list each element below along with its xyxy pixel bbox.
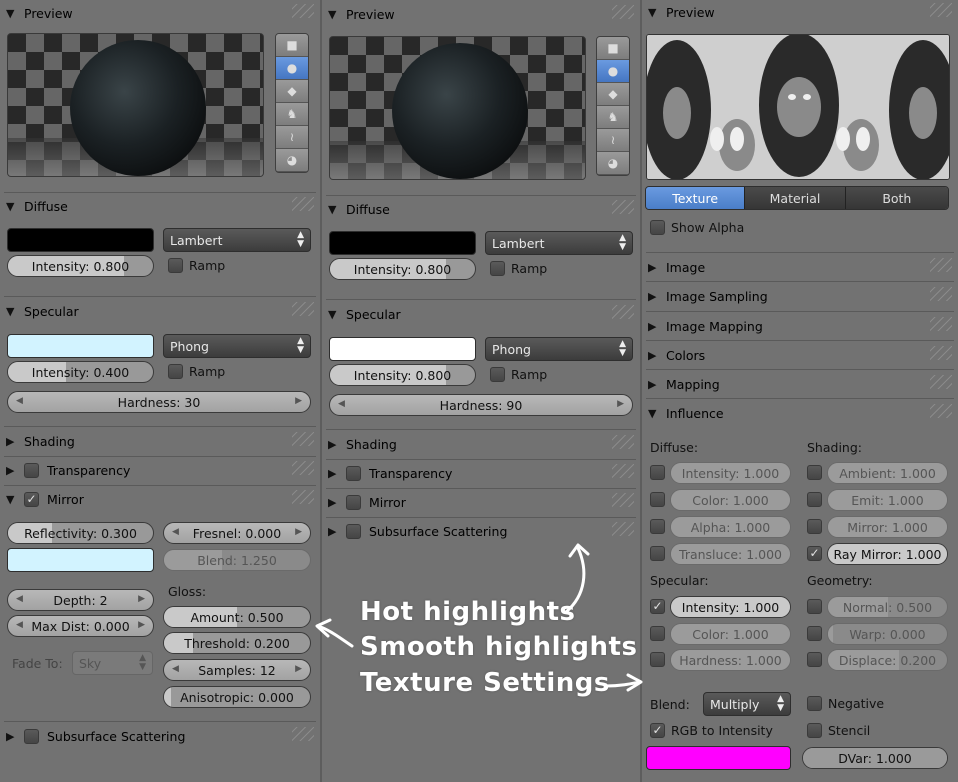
arrow-icon xyxy=(316,624,354,648)
annotation-arrows xyxy=(315,543,643,692)
arrow-icon xyxy=(564,546,586,614)
